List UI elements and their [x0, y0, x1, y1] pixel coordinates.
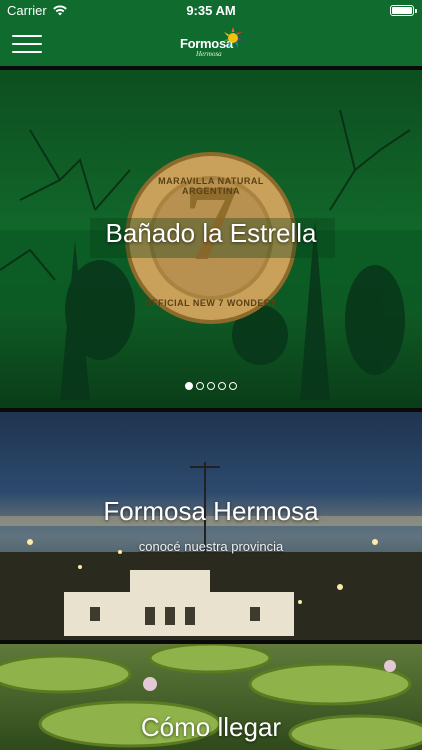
status-bar: Carrier 9:35 AM — [0, 0, 422, 22]
hamburger-menu-button[interactable] — [12, 33, 42, 55]
carousel-title: Bañado la Estrella — [105, 218, 317, 248]
featured-carousel[interactable]: 7 MARAVILLA NATURAL ARGENTINA OFFICIAL N… — [0, 70, 422, 408]
menu-line-icon — [12, 51, 42, 53]
como-llegar-card[interactable]: Cómo llegar — [0, 644, 422, 750]
logo-subtext: Hermosa — [196, 50, 222, 58]
badge-text-top: MARAVILLA NATURAL ARGENTINA — [158, 176, 264, 196]
clock: 9:35 AM — [186, 3, 236, 18]
sun-burst-icon — [223, 27, 243, 48]
formosa-logo: Formosa Hermosa — [176, 26, 248, 60]
carousel-pagination — [0, 377, 422, 390]
pagination-dot[interactable] — [229, 382, 237, 390]
battery-icon — [390, 5, 417, 16]
card-subtitle: conocé nuestra provincia — [138, 539, 284, 554]
badge-text-bottom: OFFICIAL NEW 7 WONDERS — [144, 298, 278, 308]
menu-line-icon — [12, 43, 42, 45]
pagination-dot[interactable] — [218, 382, 226, 390]
pagination-dot[interactable] — [185, 382, 193, 390]
pagination-dot[interactable] — [207, 382, 215, 390]
formosa-hermosa-card[interactable]: Formosa Hermosa conocé nuestra provincia — [0, 412, 422, 640]
card-title: Cómo llegar — [140, 712, 282, 742]
top-bar: Carrier 9:35 AM Formosa Hermosa — [0, 0, 422, 66]
pagination-dot[interactable] — [196, 382, 204, 390]
card-title: Formosa Hermosa — [103, 496, 319, 526]
menu-line-icon — [12, 35, 42, 37]
